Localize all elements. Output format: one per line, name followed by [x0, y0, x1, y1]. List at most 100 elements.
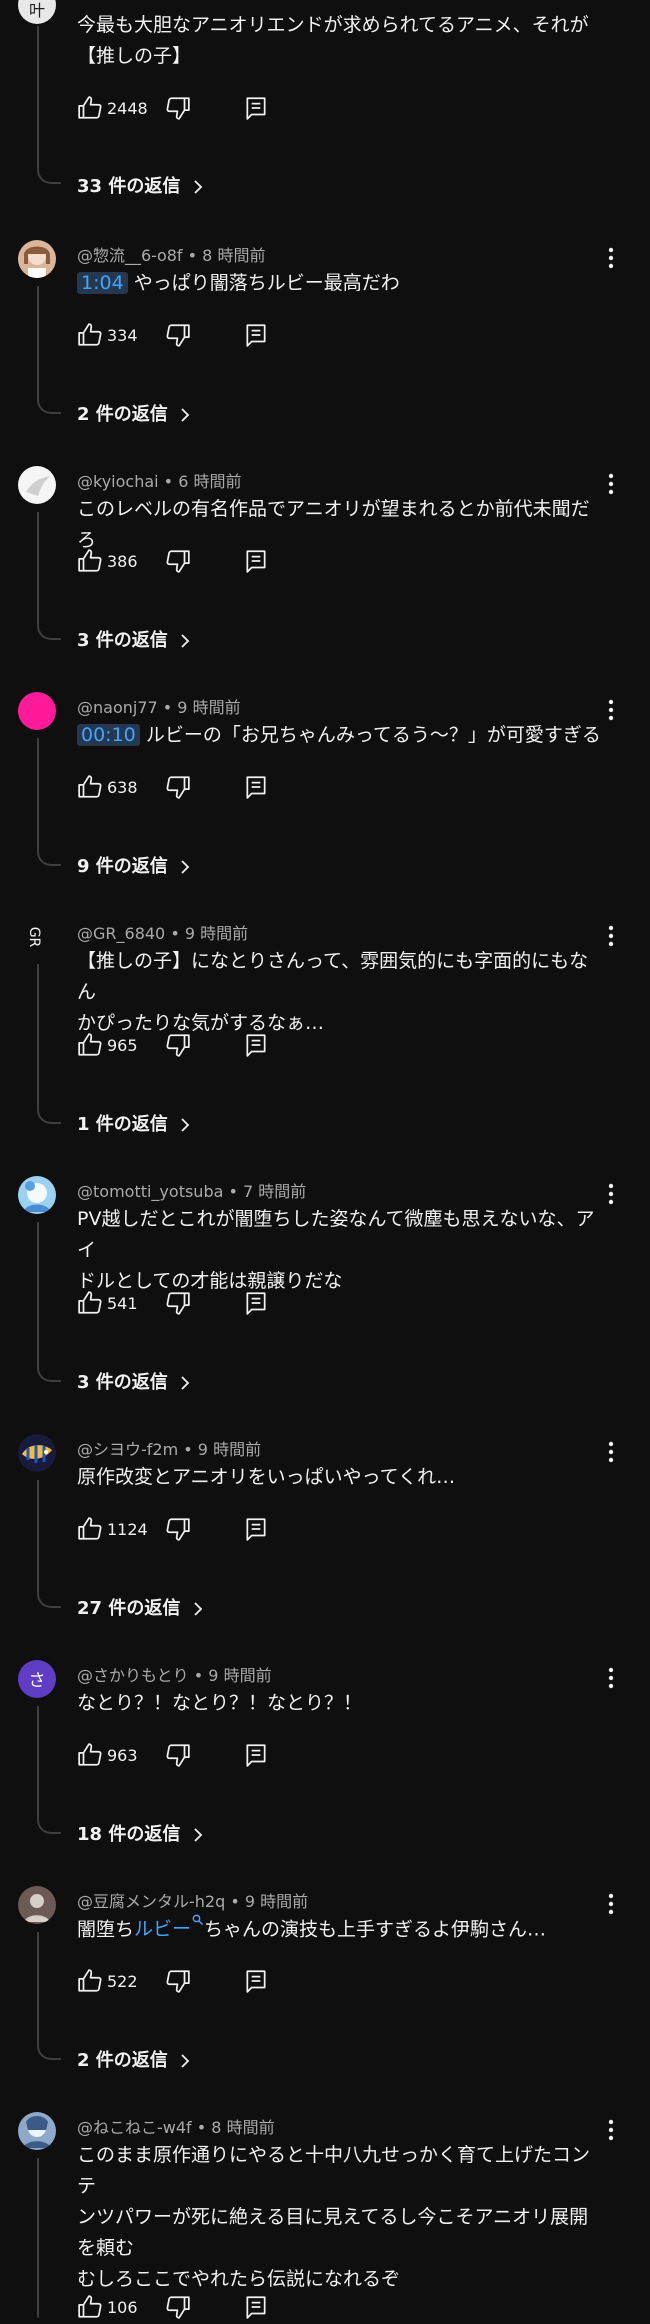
more-vert-icon[interactable] — [604, 1666, 618, 1690]
view-replies-button[interactable]: 2 件の返信 — [77, 400, 190, 426]
avatar[interactable] — [18, 240, 56, 278]
reply-icon[interactable] — [243, 95, 269, 121]
comment-text: このまま原作通りにやると十中八九せっかく育て上げたコンテ ンツパワーが死に絶える… — [77, 2144, 591, 2290]
thumb-down-icon[interactable] — [165, 95, 191, 121]
more-vert-icon[interactable] — [604, 472, 618, 496]
chevron-right-icon — [193, 1602, 202, 1616]
comment-text: 原作改変とアニオリをいっぱいやってくれ… — [77, 1466, 456, 1488]
view-replies-button[interactable]: 3 件の返信 — [77, 1368, 190, 1394]
avatar[interactable]: GR — [18, 918, 56, 956]
reply-icon[interactable] — [243, 1968, 269, 1994]
thumb-down-icon[interactable] — [165, 774, 191, 800]
comment-time: 9 時間前 — [208, 1666, 272, 1685]
thumb-up-icon[interactable] — [77, 1290, 103, 1316]
reply-icon[interactable] — [243, 548, 269, 574]
thumb-up-icon[interactable] — [77, 322, 103, 348]
like-count: 965 — [107, 1036, 138, 1055]
author-name[interactable]: @tomotti_yotsuba — [77, 1182, 223, 1201]
more-vert-icon[interactable] — [604, 924, 618, 948]
avatar[interactable] — [18, 466, 56, 504]
reply-icon[interactable] — [243, 774, 269, 800]
avatar[interactable]: さ — [18, 1660, 56, 1698]
comment-meta: @naonj77 • 9 時間前 — [77, 698, 241, 717]
reply-icon[interactable] — [243, 1290, 269, 1316]
comment-time: 9 時間前 — [197, 1440, 262, 1459]
svg-text:さ: さ — [29, 1671, 46, 1691]
comment-text: 00:10 ルビーの「お兄ちゃんみってるう～？」が可愛すぎる — [77, 720, 607, 751]
reply-icon[interactable] — [243, 1742, 269, 1768]
avatar[interactable] — [18, 1176, 56, 1214]
more-vert-icon[interactable] — [604, 1440, 618, 1464]
thumb-up-icon[interactable] — [77, 1032, 103, 1058]
like-count: 334 — [107, 326, 138, 345]
avatar[interactable] — [18, 2112, 56, 2150]
timestamp-link[interactable]: 00:10 — [77, 724, 140, 746]
reply-icon[interactable] — [243, 1032, 269, 1058]
view-replies-button[interactable]: 9 件の返信 — [77, 852, 190, 878]
chevron-right-icon — [181, 1376, 190, 1390]
thumb-down-icon[interactable] — [165, 1968, 191, 1994]
more-vert-icon[interactable] — [604, 698, 618, 722]
thumb-up-icon[interactable] — [77, 548, 103, 574]
thumb-down-icon[interactable] — [165, 548, 191, 574]
view-replies-button[interactable]: 27 件の返信 — [77, 1594, 203, 1620]
author-name[interactable]: @シヨウ-f2m — [77, 1440, 178, 1459]
comment-text: 闇堕ちルビー ちゃんの演技も上手すぎるよ伊駒さん… — [77, 1914, 607, 1945]
view-replies-button[interactable]: 2 件の返信 — [77, 2046, 190, 2072]
comment-time: 9 時間前 — [184, 924, 249, 943]
thumb-up-icon[interactable] — [77, 774, 103, 800]
view-replies-button[interactable]: 18 件の返信 — [77, 1820, 203, 1846]
comment-time: 6 時間前 — [178, 472, 242, 491]
comment-meta: @豆腐メンタル-h2q • 9 時間前 — [77, 1892, 309, 1911]
avatar[interactable] — [18, 1434, 56, 1472]
author-name[interactable]: @惣流__6-o8f — [77, 246, 183, 265]
thumb-down-icon[interactable] — [165, 1742, 191, 1768]
reply-icon[interactable] — [243, 2294, 269, 2320]
like-count: 638 — [107, 778, 138, 797]
chevron-right-icon — [181, 634, 190, 648]
comment-meta: @さかりもとり • 9 時間前 — [77, 1666, 272, 1685]
avatar[interactable]: 叶 — [18, 0, 56, 24]
chevron-right-icon — [193, 180, 202, 194]
thumb-down-icon[interactable] — [165, 1516, 191, 1542]
chevron-right-icon — [181, 1118, 190, 1132]
more-vert-icon[interactable] — [604, 1182, 618, 1206]
comment-time: 8 時間前 — [211, 2118, 275, 2137]
thumb-down-icon[interactable] — [165, 1290, 191, 1316]
author-name[interactable]: @kyiochai — [77, 472, 159, 491]
view-replies-button[interactable]: 3 件の返信 — [77, 626, 190, 652]
thumb-down-icon[interactable] — [165, 1032, 191, 1058]
comment-text: なとり？！なとり？！なとり？！ — [77, 1692, 363, 1714]
reply-icon[interactable] — [243, 1516, 269, 1542]
comment-meta: @GR_6840 • 9 時間前 — [77, 924, 249, 943]
thumb-up-icon[interactable] — [77, 95, 103, 121]
view-replies-button[interactable]: 33 件の返信 — [77, 172, 203, 198]
thumb-up-icon[interactable] — [77, 1968, 103, 1994]
author-name[interactable]: @豆腐メンタル-h2q — [77, 1892, 225, 1911]
thumb-up-icon[interactable] — [77, 1516, 103, 1542]
comment-meta: @シヨウ-f2m • 9 時間前 — [77, 1440, 262, 1459]
thumb-down-icon[interactable] — [165, 322, 191, 348]
thumb-up-icon[interactable] — [77, 2294, 103, 2320]
author-name[interactable]: @さかりもとり — [77, 1666, 189, 1685]
more-vert-icon[interactable] — [604, 2118, 618, 2142]
view-replies-button[interactable]: 1 件の返信 — [77, 1110, 190, 1136]
search-link[interactable]: ルビー — [134, 1914, 204, 1940]
thumb-down-icon[interactable] — [165, 2294, 191, 2320]
author-name[interactable]: @ねこねこ-w4f — [77, 2118, 192, 2137]
more-vert-icon[interactable] — [604, 246, 618, 270]
more-vert-icon[interactable] — [604, 1892, 618, 1916]
author-name[interactable]: @GR_6840 — [77, 924, 165, 943]
author-name[interactable]: @naonj77 — [77, 698, 158, 717]
comment-meta: @kyiochai • 6 時間前 — [77, 472, 242, 491]
reply-icon[interactable] — [243, 322, 269, 348]
thumb-up-icon[interactable] — [77, 1742, 103, 1768]
comment-time: 7 時間前 — [243, 1182, 307, 1201]
avatar[interactable] — [18, 1886, 56, 1924]
like-count: 386 — [107, 552, 138, 571]
timestamp-link[interactable]: 1:04 — [77, 272, 128, 294]
like-count: 2448 — [107, 99, 148, 118]
comment-time: 8 時間前 — [202, 246, 266, 265]
comment-time: 9 時間前 — [244, 1892, 309, 1911]
avatar[interactable] — [18, 692, 56, 730]
